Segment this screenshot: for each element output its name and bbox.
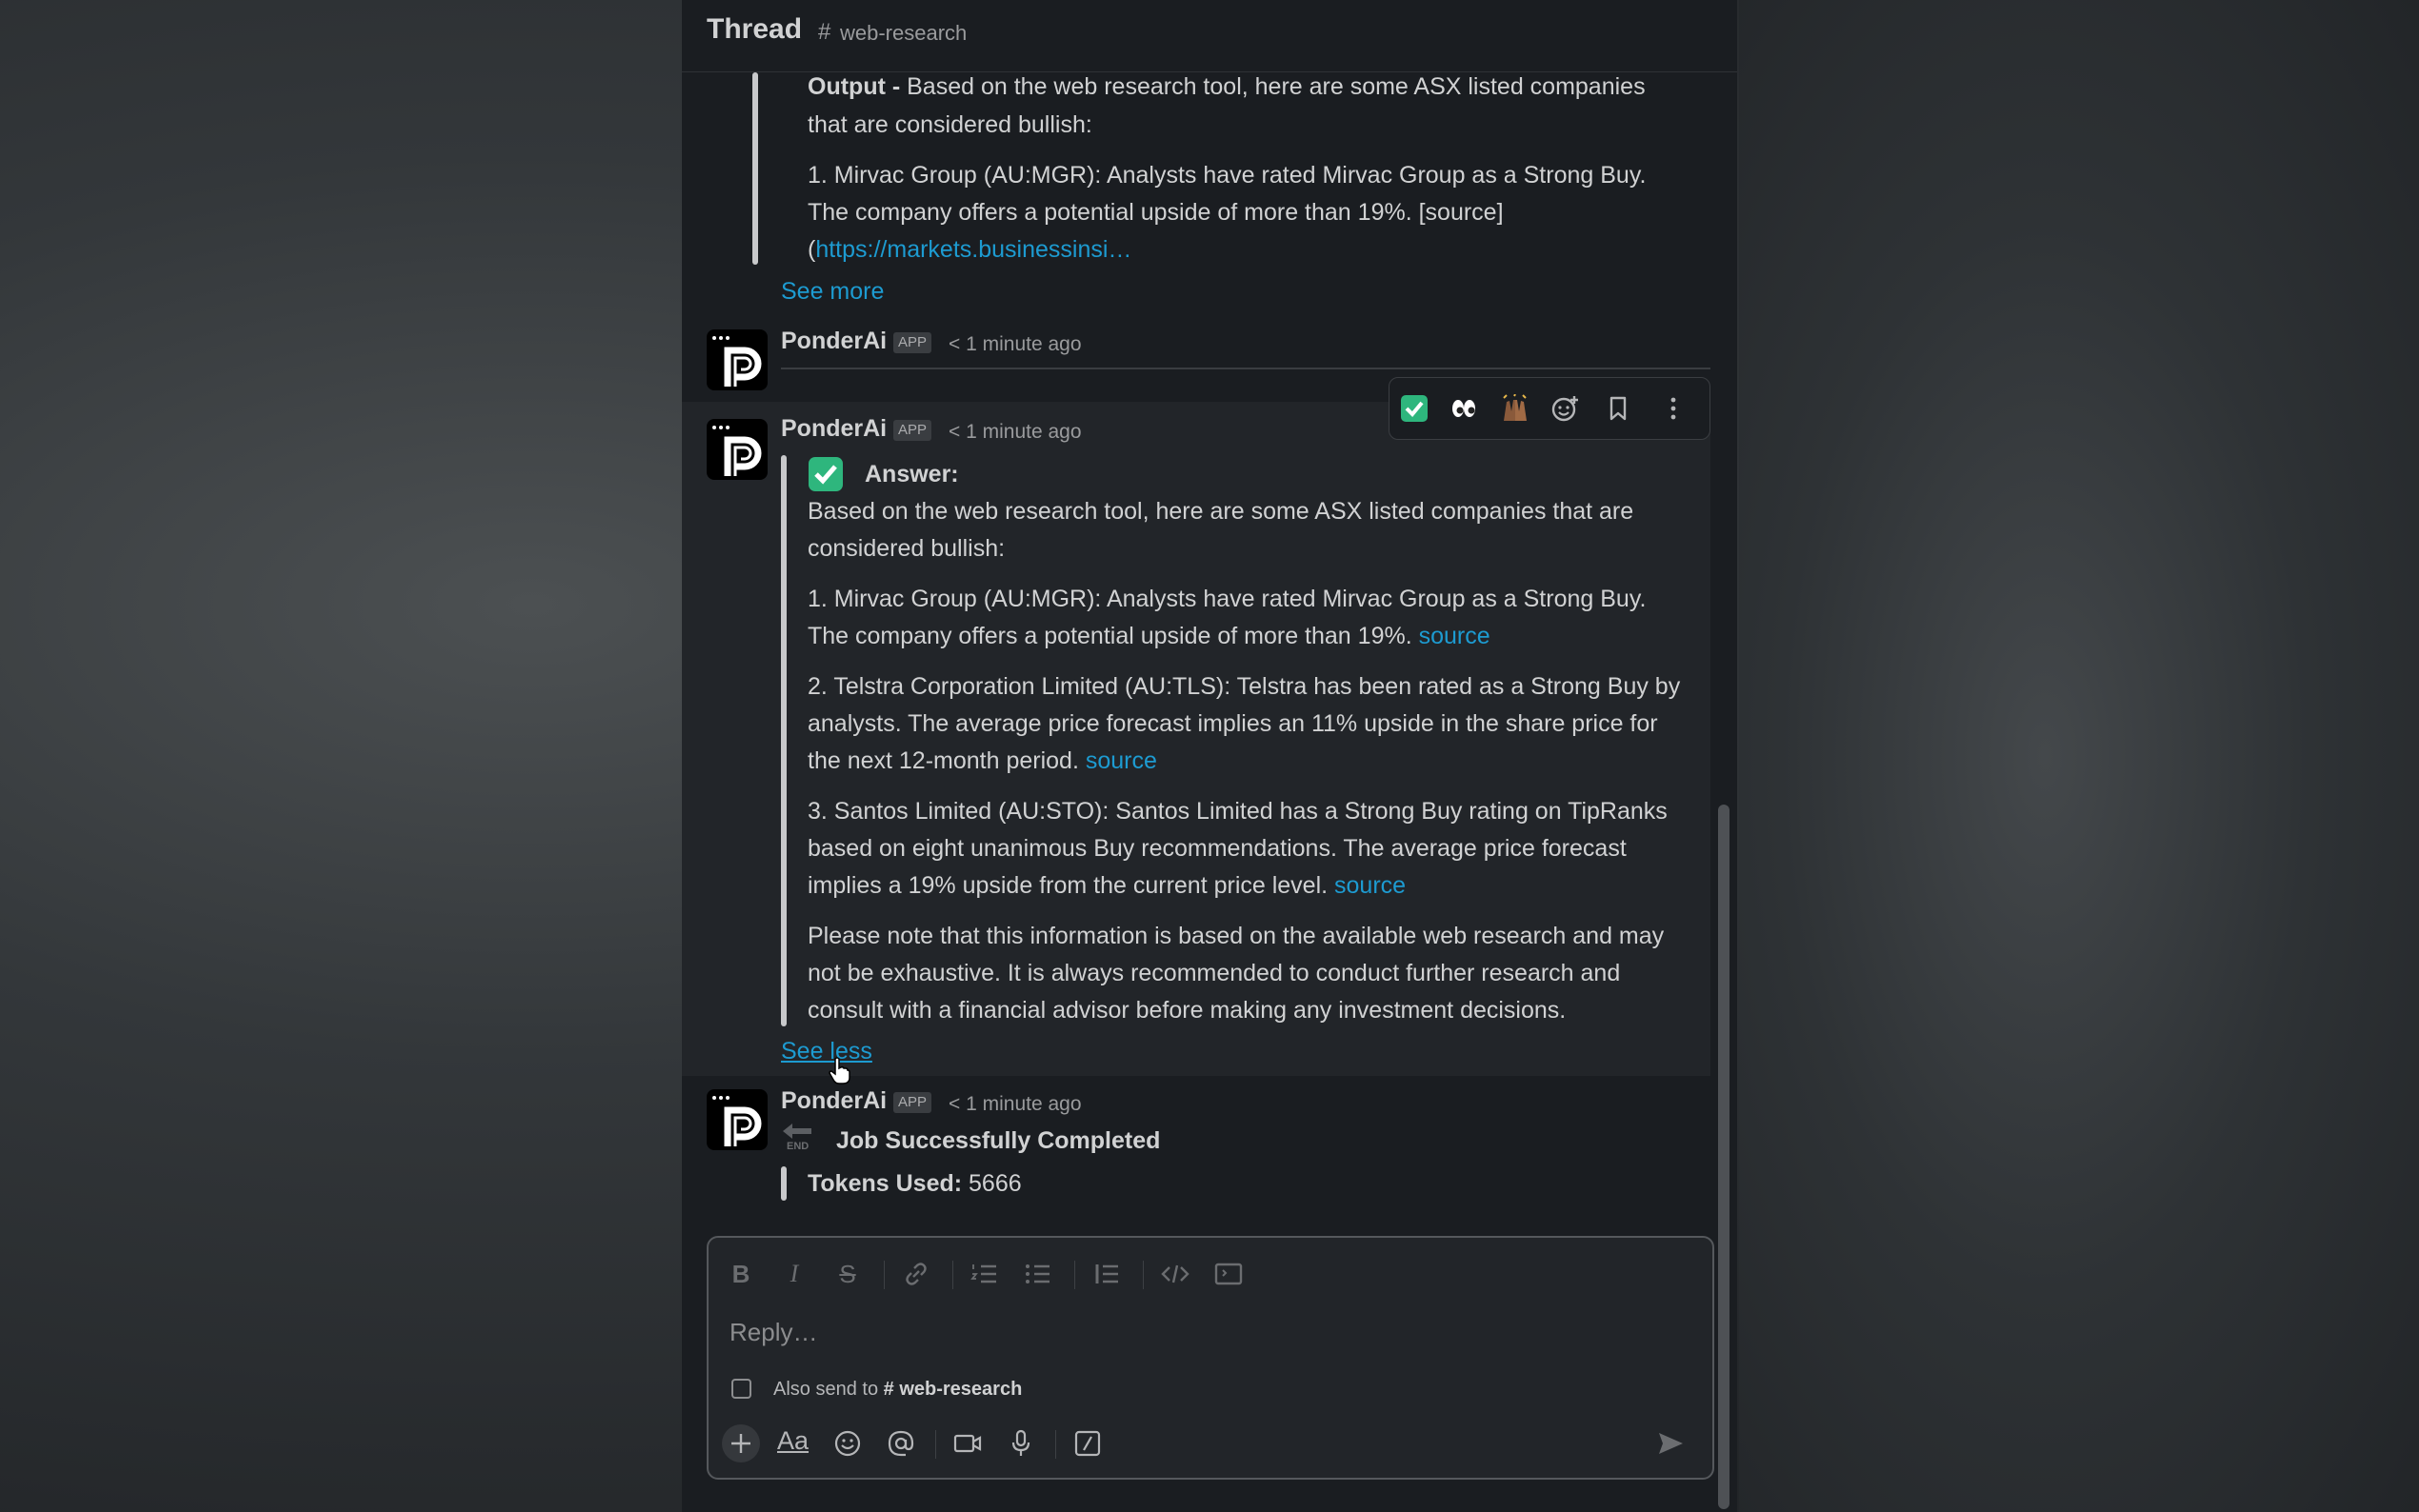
toolbar-divider [884,1261,885,1289]
answer-item2-line-1: 2. Telstra Corporation Limited (AU:TLS):… [808,673,1681,700]
channel-hash-icon: # [818,19,831,45]
also-send-checkbox[interactable] [731,1379,751,1399]
composer-divider [935,1430,936,1459]
toolbar-divider [1074,1261,1075,1289]
collapsed-attachment-divider [781,368,1710,369]
check-mark-icon [808,456,844,492]
source-link[interactable]: source [1334,872,1406,899]
bookmark-icon[interactable] [1599,389,1637,428]
output-line-1: Output - Based on the web research tool,… [808,73,1646,100]
answer-item1-line-1: 1. Mirvac Group (AU:MGR): Analysts have … [808,586,1647,612]
thread-channel-link[interactable]: web-research [840,21,967,46]
send-icon[interactable] [1651,1424,1689,1462]
answer-note-line-2: not be exhaustive. It is always recommen… [808,960,1621,986]
code-icon[interactable] [1158,1257,1192,1291]
answer-item3-line-3: implies a 19% upside from the current pr… [808,872,1407,899]
answer-item2-line-3: the next 12-month period. source [808,747,1157,774]
answer-note-line-1: Please note that this information is bas… [808,923,1665,949]
thread-header: Thread # web-research [682,0,1737,72]
strikethrough-icon[interactable]: S [830,1257,865,1291]
emoji-icon[interactable] [829,1424,867,1462]
end-arrow-icon: END [781,1120,815,1158]
avatar[interactable] [707,1089,768,1150]
video-clip-icon[interactable] [949,1424,987,1462]
answer-note-line-3: consult with a financial advisor before … [808,997,1567,1024]
italic-icon[interactable]: I [777,1257,811,1291]
end-label: END [787,1141,810,1152]
check-mark-reaction-icon[interactable] [1395,389,1433,428]
quote-bar [781,1166,787,1201]
app-badge: APP [893,420,932,441]
composer-divider [1055,1430,1056,1459]
answer-heading: Answer: [865,461,959,487]
message-timestamp[interactable]: < 1 minute ago [949,1093,1082,1116]
see-more-link[interactable]: See more [781,278,884,306]
output-line-2: that are considered bullish: [808,111,1092,138]
job-status: Job Successfully Completed [836,1127,1161,1154]
link-icon[interactable] [899,1257,933,1291]
quote-bar [752,72,758,265]
message-author[interactable]: PonderAi [781,1087,887,1115]
also-send-label: Also send to # web-research [773,1379,1023,1400]
output-item1-line-1: 1. Mirvac Group (AU:MGR): Analysts have … [808,162,1647,189]
reply-composer: B I S Reply… Also send to # web-research [707,1236,1714,1480]
see-less-link[interactable]: See less [781,1038,872,1065]
message-timestamp[interactable]: < 1 minute ago [949,421,1082,444]
shortcuts-slash-icon[interactable] [1069,1424,1107,1462]
thread-scrollbar[interactable] [1718,805,1729,1509]
app-badge: APP [893,332,932,353]
message-author[interactable]: PonderAi [781,415,887,443]
mention-icon[interactable] [882,1424,920,1462]
bulleted-list-icon[interactable] [1021,1257,1055,1291]
ordered-list-icon[interactable] [968,1257,1002,1291]
answer-item1-line-2: The company offers a potential upside of… [808,623,1490,649]
answer-item3-line-1: 3. Santos Limited (AU:STO): Santos Limit… [808,798,1668,825]
blockquote-icon[interactable] [1090,1257,1124,1291]
toolbar-divider [1143,1261,1144,1289]
add-attachment-icon[interactable] [722,1424,760,1462]
background-right [1739,0,2419,1512]
message-timestamp[interactable]: < 1 minute ago [949,333,1082,356]
output-item1-line-3: (https://markets.businessinsi… [808,236,1132,263]
thread-title: Thread [707,13,803,45]
answer-item2-line-2: analysts. The average price forecast imp… [808,710,1658,737]
output-item1-line-2: The company offers a potential upside of… [808,199,1504,226]
answer-intro-line-2: considered bullish: [808,535,1006,562]
app-badge: APP [893,1092,932,1113]
avatar[interactable] [707,419,768,480]
quote-bar [781,455,787,1026]
tokens-used: Tokens Used: 5666 [808,1170,1022,1197]
add-reaction-icon[interactable] [1546,389,1584,428]
toolbar-divider [952,1261,953,1289]
answer-item3-line-2: based on eight unanimous Buy recommendat… [808,835,1627,862]
microphone-icon[interactable] [1002,1424,1040,1462]
hand-cursor-icon [829,1057,851,1085]
source-link[interactable]: source [1086,747,1157,774]
message-actions-toolbar [1389,377,1710,440]
thread-panel: Thread # web-research Output - Based on … [682,0,1737,1512]
source-link[interactable]: source [1419,623,1490,649]
source-url-link[interactable]: https://markets.businessinsi… [815,236,1131,263]
more-actions-icon[interactable] [1654,389,1692,428]
answer-intro-line-1: Based on the web research tool, here are… [808,498,1634,525]
message-author[interactable]: PonderAi [781,328,887,355]
eyes-reaction-icon[interactable] [1445,389,1483,428]
raised-hands-reaction-icon[interactable] [1496,389,1534,428]
bold-icon[interactable]: B [724,1257,758,1291]
code-block-icon[interactable] [1211,1257,1246,1291]
reply-input[interactable]: Reply… [730,1318,817,1347]
text-format-icon[interactable]: Aa [775,1424,813,1462]
avatar[interactable] [707,329,768,390]
text-format-label: Aa [777,1426,810,1455]
